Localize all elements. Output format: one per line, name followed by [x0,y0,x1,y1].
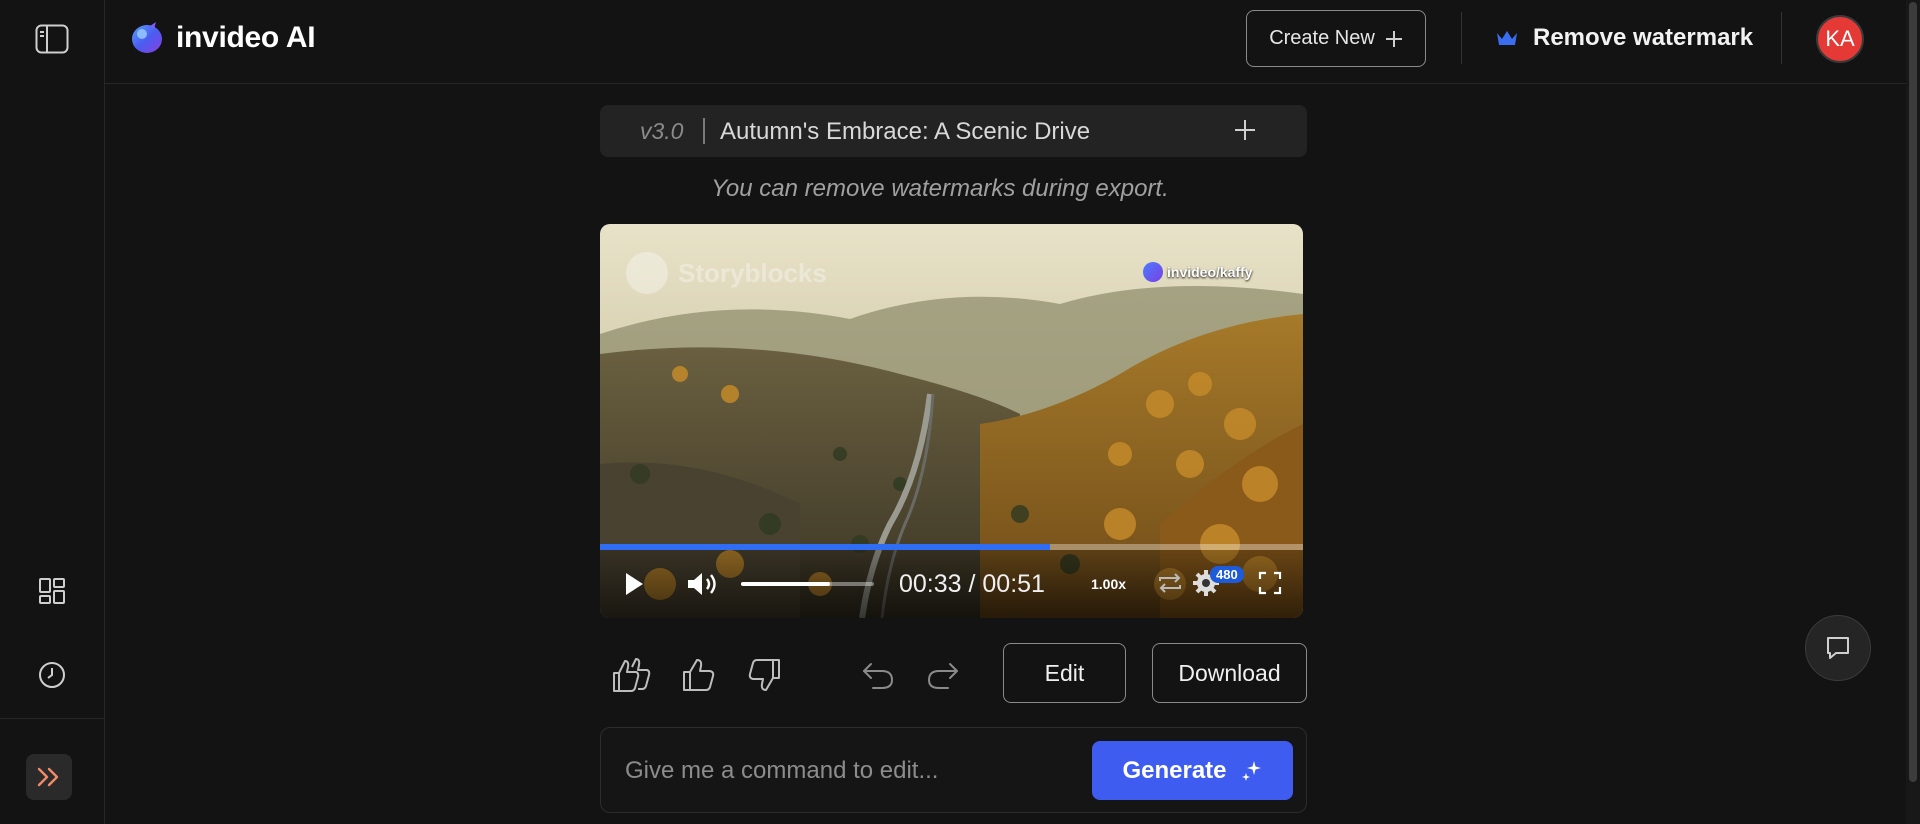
invideo-logo-icon [132,22,162,53]
volume-button[interactable] [684,566,724,602]
undo-button[interactable] [855,652,901,698]
plus-icon [1385,30,1402,47]
avatar[interactable]: KA [1816,15,1864,63]
sidebar-item-history[interactable] [32,655,72,695]
create-new-label: Create New [1269,27,1375,49]
storyblocks-watermark: Storyblocks [626,252,827,294]
play-button[interactable] [616,566,652,602]
fullscreen-icon [1258,571,1282,595]
time-display: 00:33 / 00:51 [899,570,1045,598]
header-divider [1781,12,1782,64]
clock-icon [39,662,65,688]
sidebar [0,0,105,824]
double-thumbs-up-icon [613,658,651,692]
player-controls: 00:33 / 00:51 1.00x 480 [600,550,1303,618]
title-separator [703,118,705,144]
video-player[interactable]: Storyblocks invideo/kaffy 00:33 / 00:51 … [600,224,1303,618]
double-chevron-right-icon [37,767,59,787]
watermark-notice: You can remove watermarks during export. [711,175,1169,202]
logo[interactable]: invideo AI [130,20,316,56]
page-scrollbar[interactable] [1906,0,1920,824]
grid-icon [39,578,65,604]
expand-sidebar-button[interactable] [26,754,72,800]
project-title-bar: v3.0 Autumn's Embrace: A Scenic Drive [600,105,1307,157]
volume-slider-fill [741,582,831,586]
storyblocks-logo-icon [626,252,668,294]
storyblocks-watermark-text: Storyblocks [678,257,827,288]
version-label[interactable]: v3.0 [640,118,683,145]
download-button[interactable]: Download [1152,643,1307,703]
redo-icon [928,663,958,689]
thumbs-down-icon [748,659,780,691]
remove-watermark-label: Remove watermark [1533,24,1754,51]
remove-watermark-button[interactable]: Remove watermark [1495,18,1753,58]
logo-text: invideo AI [176,21,316,54]
sidebar-panel-icon [35,24,69,54]
plus-icon [1235,120,1255,140]
invideo-watermark-text: invideo/kaffy [1167,264,1253,280]
edit-button[interactable]: Edit [1003,643,1126,703]
app-root: invideo AI Create New Remove watermark K… [0,0,1920,824]
generate-button[interactable]: Generate [1092,741,1293,800]
dislike-button[interactable] [741,652,787,698]
thumbs-up-icon [683,659,715,691]
redo-button[interactable] [920,652,966,698]
fullscreen-button[interactable] [1255,568,1285,598]
quality-badge: 480 [1210,566,1244,583]
top-header: invideo AI Create New Remove watermark K… [105,0,1920,84]
volume-slider[interactable] [741,582,874,586]
chat-bubble-icon [1827,637,1849,659]
invideo-watermark: invideo/kaffy [1143,262,1253,282]
undo-icon [863,663,893,689]
scrollbar-thumb[interactable] [1909,2,1917,782]
play-icon [626,573,643,595]
loop-button[interactable] [1155,568,1185,598]
sparkle-icon [1241,760,1261,781]
chat-button[interactable] [1805,615,1871,681]
crown-icon [1497,31,1517,45]
sidebar-item-dashboard[interactable] [32,571,72,611]
sidebar-toggle-button[interactable] [32,19,72,59]
header-divider [1461,12,1462,64]
volume-icon [688,573,716,595]
generate-label: Generate [1122,756,1227,784]
like-button[interactable] [676,652,722,698]
command-box: Generate [600,727,1307,813]
invideo-watermark-icon [1143,262,1163,282]
command-input[interactable] [625,750,1055,792]
sidebar-footer [0,718,105,824]
playback-speed-button[interactable]: 1.00x [1091,576,1126,592]
love-button[interactable] [611,652,657,698]
video-title: Autumn's Embrace: A Scenic Drive [720,118,1091,145]
add-version-button[interactable] [1230,115,1260,145]
loop-icon [1159,573,1181,593]
create-new-button[interactable]: Create New [1246,10,1426,67]
